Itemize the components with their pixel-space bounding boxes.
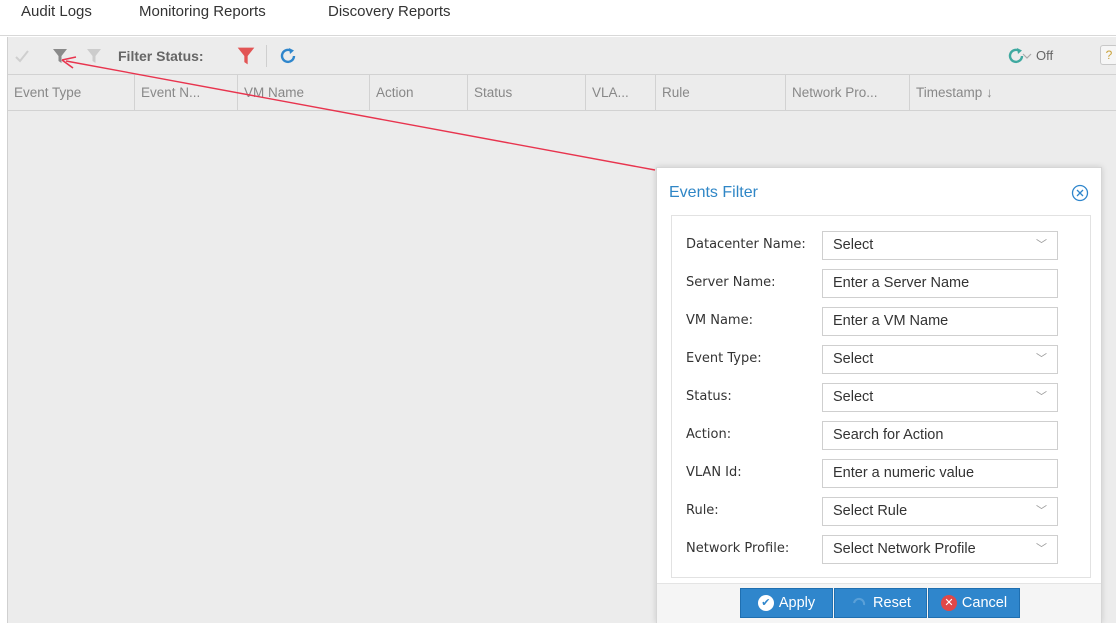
chevron-down-icon: ﹀: [1036, 353, 1047, 365]
chevron-down-icon: ﹀: [1036, 505, 1047, 517]
action-row: Action: Search for Action: [672, 419, 1092, 451]
tab-discovery-reports[interactable]: Discovery Reports: [328, 3, 451, 20]
top-nav: Audit Logs Monitoring Reports Discovery …: [0, 0, 1116, 36]
select-value: Select: [833, 389, 874, 405]
column-network-profile[interactable]: Network Pro...: [786, 75, 910, 111]
toolbar-divider: [266, 45, 267, 67]
checkmark-icon[interactable]: [10, 44, 34, 68]
server-name-input[interactable]: Enter a Server Name: [822, 269, 1058, 298]
events-filter-dialog: Events Filter Datacenter Name: Select ﹀ S…: [656, 167, 1102, 623]
close-icon[interactable]: [1070, 183, 1090, 203]
dialog-footer: ✔ Apply Reset ✕ Cancel: [657, 583, 1101, 623]
server-name-row: Server Name: Enter a Server Name: [672, 267, 1092, 299]
field-label: VLAN Id:: [686, 465, 742, 480]
apply-button[interactable]: ✔ Apply: [740, 588, 833, 618]
network-profile-row: Network Profile: Select Network Profile ﹀: [672, 533, 1092, 565]
column-vm-name[interactable]: VM Name: [238, 75, 370, 111]
datacenter-name-row: Datacenter Name: Select ﹀: [672, 229, 1092, 261]
column-timestamp[interactable]: Timestamp ↓: [910, 75, 1116, 111]
field-label: Server Name:: [686, 275, 776, 290]
column-event-name[interactable]: Event N...: [135, 75, 238, 111]
x-circle-icon: ✕: [940, 595, 957, 611]
auto-refresh-off-label: Off: [1036, 48, 1054, 63]
select-value: Select: [833, 237, 874, 253]
filter-icon[interactable]: [48, 44, 72, 68]
rule-select[interactable]: Select Rule ﹀: [822, 497, 1058, 526]
field-label: Action:: [686, 427, 732, 442]
apply-label: Apply: [778, 595, 816, 611]
rule-row: Rule: Select Rule ﹀: [672, 495, 1092, 527]
dialog-title: Events Filter: [669, 184, 758, 201]
tab-monitoring-reports[interactable]: Monitoring Reports: [139, 3, 266, 20]
column-vlan[interactable]: VLA...: [586, 75, 656, 111]
network-profile-select[interactable]: Select Network Profile ﹀: [822, 535, 1058, 564]
event-type-select[interactable]: Select ﹀: [822, 345, 1058, 374]
chevron-down-icon: ﹀: [1036, 239, 1047, 251]
status-select[interactable]: Select ﹀: [822, 383, 1058, 412]
cancel-label: Cancel: [961, 595, 1008, 611]
column-rule[interactable]: Rule: [656, 75, 786, 111]
check-icon: ✔: [757, 595, 774, 611]
filter-form: Datacenter Name: Select ﹀ Server Name: En…: [671, 215, 1091, 578]
field-label: Network Profile:: [686, 541, 790, 556]
help-button[interactable]: ?: [1100, 45, 1116, 65]
red-filter-icon[interactable]: [234, 44, 258, 68]
reset-button[interactable]: Reset: [834, 588, 927, 618]
select-value: Select Network Profile: [833, 541, 976, 557]
field-label: Status:: [686, 389, 732, 404]
filter-status-label: Filter Status:: [118, 48, 204, 64]
column-event-type[interactable]: Event Type: [8, 75, 135, 111]
status-row: Status: Select ﹀: [672, 381, 1092, 413]
vlan-id-input[interactable]: Enter a numeric value: [822, 459, 1058, 488]
column-action[interactable]: Action: [370, 75, 468, 111]
column-header: Event Type Event N... VM Name Action Sta…: [8, 75, 1116, 111]
grid-toolbar: Filter Status: Off ?: [8, 37, 1116, 75]
chevron-down-icon: ﹀: [1036, 543, 1047, 555]
reset-icon: [850, 596, 868, 610]
chevron-down-icon: ﹀: [1036, 391, 1047, 403]
field-label: Rule:: [686, 503, 719, 518]
select-value: Select Rule: [833, 503, 908, 519]
field-label: Event Type:: [686, 351, 762, 366]
clear-filter-icon[interactable]: [82, 44, 106, 68]
field-label: Datacenter Name:: [686, 237, 806, 252]
vm-name-input[interactable]: Enter a VM Name: [822, 307, 1058, 336]
reset-label: Reset: [873, 595, 911, 611]
refresh-icon[interactable]: [276, 44, 300, 68]
tab-audit-logs[interactable]: Audit Logs: [21, 3, 92, 20]
field-label: VM Name:: [686, 313, 753, 328]
column-status[interactable]: Status: [468, 75, 586, 111]
action-search-input[interactable]: Search for Action: [822, 421, 1058, 450]
vm-name-row: VM Name: Enter a VM Name: [672, 305, 1092, 337]
datacenter-name-select[interactable]: Select ﹀: [822, 231, 1058, 260]
chevron-down-icon[interactable]: [1020, 44, 1034, 68]
event-type-row: Event Type: Select ﹀: [672, 343, 1092, 375]
select-value: Select: [833, 351, 874, 367]
vlan-id-row: VLAN Id: Enter a numeric value: [672, 457, 1092, 489]
cancel-button[interactable]: ✕ Cancel: [928, 588, 1020, 618]
